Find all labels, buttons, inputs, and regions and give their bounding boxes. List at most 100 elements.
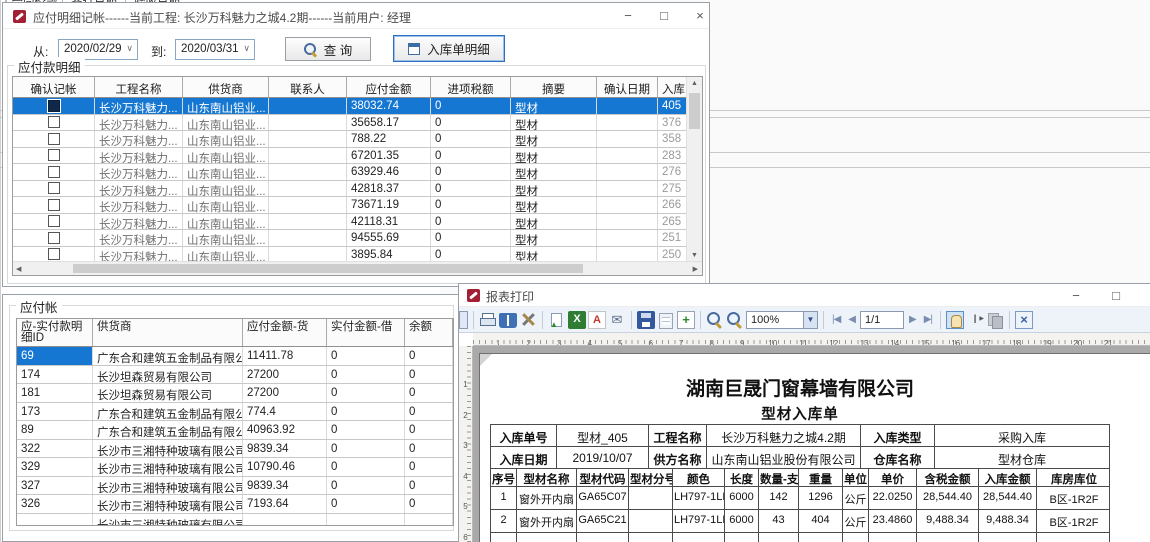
column-header[interactable]: 确认记帐 (13, 77, 95, 97)
to-date-combobox[interactable]: 2020/03/31 ∨ (175, 39, 255, 60)
table-row[interactable]: 入库单号型材_405工程名称长沙万科魅力之城4.2期入库类型采购入库 (491, 425, 1109, 447)
book-icon[interactable] (499, 313, 517, 328)
column-header[interactable]: 数量-支 (759, 469, 799, 486)
scrollbar-thumb[interactable] (689, 93, 700, 129)
table-row[interactable]: 181长沙坦森贸易有限公司2720000 (17, 384, 453, 403)
confirm-checkbox[interactable] (48, 248, 60, 260)
column-header[interactable]: 库房库位 (1037, 469, 1111, 486)
confirm-checkbox[interactable] (48, 133, 60, 145)
table-row[interactable]: 长沙万科魅力...山东南山铝业...42118.310型材265 (13, 214, 688, 231)
table-row[interactable]: 长沙万科魅力...山东南山铝业...42818.370型材275 (13, 181, 688, 198)
table-row[interactable]: 1窗外开内扇GA65C07LH797-1LL60001421296公斤22.02… (491, 487, 1109, 510)
column-header[interactable]: 供货商 (93, 319, 243, 346)
print-preview-area[interactable]: 湖南巨晟门窗幕墙有限公司 型材入库单 入库单号型材_405工程名称长沙万科魅力之… (473, 346, 1150, 542)
table-row[interactable]: 入库日期2019/10/07供方名称山东南山铝业股份有限公司仓库名称型材仓库 (491, 447, 1109, 469)
confirm-checkbox[interactable] (48, 182, 60, 194)
chevron-down-icon[interactable]: ∨ (126, 43, 133, 54)
table-row[interactable]: 89广东合和建筑五金制品有限公司40963.9200 (17, 421, 453, 440)
zoom-out-icon[interactable] (726, 311, 744, 329)
column-header[interactable]: 联系人 (269, 77, 347, 97)
page-icon[interactable] (659, 313, 673, 329)
scroll-down-arrow[interactable]: ▼ (687, 252, 702, 259)
column-header[interactable]: 摘要 (511, 77, 597, 97)
table-row[interactable]: 长沙万科魅力...山东南山铝业...35658.170型材376 (13, 115, 688, 132)
inbound-detail-button[interactable]: 入库单明细 (393, 35, 505, 62)
tools-icon[interactable] (519, 311, 537, 329)
minimize-button[interactable]: − (1059, 284, 1093, 307)
confirm-checkbox[interactable] (48, 166, 60, 178)
table-row[interactable]: 2窗外开内扇GA65C21LH797-1LL600043404公斤23.4860… (491, 510, 1109, 533)
column-header[interactable]: 入库金额 (979, 469, 1037, 486)
export-icon[interactable] (548, 311, 566, 329)
column-header[interactable]: 应-实付款明细ID (17, 319, 93, 346)
table-row[interactable]: 173广东合和建筑五金制品有限公司774.400 (17, 403, 453, 422)
excel-icon[interactable] (568, 311, 586, 329)
scroll-right-arrow[interactable]: ▶ (693, 265, 698, 273)
table-row[interactable]: 长沙万科魅力...山东南山铝业...63929.460型材276 (13, 164, 688, 181)
query-button[interactable]: 查 询 (285, 37, 371, 61)
confirm-checkbox[interactable] (48, 199, 60, 211)
column-header[interactable]: 型材代码 (577, 469, 629, 486)
ibeam-icon[interactable] (966, 311, 984, 329)
column-header[interactable]: 长度 (725, 469, 759, 486)
column-header[interactable]: 实付金额-借 (327, 319, 405, 346)
table-row[interactable]: 329长沙市三湘特种玻璃有限公司10790.4600 (17, 458, 453, 477)
table-row[interactable] (491, 533, 1109, 542)
zoom-in-icon[interactable] (706, 311, 724, 329)
column-header[interactable]: 含税金额 (917, 469, 979, 486)
confirm-checkbox[interactable] (48, 215, 60, 227)
column-header[interactable]: 型材分号 (629, 469, 673, 486)
vertical-scrollbar[interactable]: ▲ ▼ (686, 77, 702, 262)
confirm-checkbox[interactable] (48, 149, 60, 161)
table-row[interactable]: 174长沙坦森贸易有限公司2720000 (17, 366, 453, 385)
column-header[interactable]: 供货商 (183, 77, 269, 97)
chevron-down-icon[interactable]: ▼ (803, 312, 817, 328)
confirm-checkbox[interactable] (48, 116, 60, 128)
confirm-checkbox[interactable] (48, 100, 60, 112)
table-row[interactable]: 长沙市三湘特种玻璃有限公司 (17, 514, 453, 527)
table-row[interactable]: 长沙万科魅力...山东南山铝业...38032.740型材405 (13, 98, 688, 115)
table-row[interactable]: 69广东合和建筑五金制品有限公司11411.7800 (17, 347, 453, 366)
maximize-button[interactable]: □ (1099, 284, 1133, 307)
column-header[interactable]: 单价 (869, 469, 917, 486)
column-header[interactable]: 进项税额 (431, 77, 511, 97)
printer-icon[interactable] (479, 311, 497, 329)
insert-icon[interactable] (677, 311, 695, 329)
table-row[interactable]: 长沙万科魅力...山东南山铝业...67201.350型材283 (13, 148, 688, 165)
chevron-down-icon[interactable]: ∨ (243, 43, 250, 54)
scroll-up-arrow[interactable]: ▲ (687, 80, 702, 87)
closebox-icon[interactable] (1015, 311, 1033, 329)
table-row[interactable]: 326长沙市三湘特种玻璃有限公司7193.6400 (17, 495, 453, 514)
page-nav-button[interactable]: ▶| (921, 314, 935, 325)
table-row[interactable]: 长沙万科魅力...山东南山铝业...94555.690型材251 (13, 230, 688, 247)
horizontal-scrollbar[interactable]: ◀ ▶ (13, 261, 702, 275)
mail-icon[interactable] (608, 311, 626, 329)
column-header[interactable]: 单位 (843, 469, 869, 486)
column-header[interactable]: 型材名称 (517, 469, 577, 486)
column-header[interactable]: 应付金额 (347, 77, 431, 97)
table-row[interactable]: 长沙万科魅力...山东南山铝业...73671.190型材266 (13, 197, 688, 214)
confirm-checkbox[interactable] (48, 232, 60, 244)
save-icon[interactable] (637, 311, 655, 329)
title-bar[interactable]: 应付明细记帐------当前工程: 长沙万科魅力之城4.2期------当前用户… (3, 3, 709, 29)
column-header[interactable]: 确认日期 (597, 77, 658, 97)
close-button[interactable]: × (1139, 284, 1150, 307)
column-header[interactable]: 余额 (405, 319, 453, 346)
column-header[interactable]: 入库 (658, 77, 688, 97)
panel-icon[interactable] (459, 311, 468, 329)
title-bar[interactable]: 报表打印 − □ × (459, 284, 1150, 307)
copy-icon[interactable] (986, 311, 1004, 329)
page-nav-button[interactable]: ◀ (845, 314, 858, 325)
page-number-input[interactable]: 1/1 (860, 311, 904, 329)
column-header[interactable]: 重量 (799, 469, 843, 486)
column-header[interactable]: 应付金额-货 (243, 319, 327, 346)
zoom-level-combobox[interactable]: 100% ▼ (746, 311, 818, 329)
column-header[interactable]: 序号 (491, 469, 517, 486)
column-header[interactable]: 工程名称 (95, 77, 183, 97)
table-row[interactable]: 322长沙市三湘特种玻璃有限公司9839.3400 (17, 440, 453, 459)
close-button[interactable]: × (683, 3, 717, 29)
scrollbar-thumb[interactable] (73, 264, 583, 273)
pdf-icon[interactable] (588, 311, 606, 329)
page-nav-button[interactable]: |◀ (829, 314, 843, 325)
minimize-button[interactable]: − (611, 3, 645, 29)
